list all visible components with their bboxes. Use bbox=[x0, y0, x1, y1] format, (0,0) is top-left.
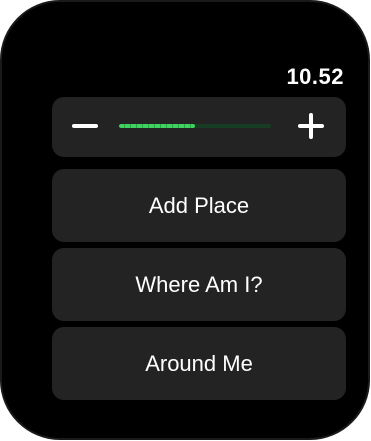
plus-icon[interactable] bbox=[298, 113, 324, 139]
minus-icon[interactable] bbox=[72, 124, 98, 128]
level-track bbox=[119, 124, 271, 128]
where-am-i-button[interactable]: Where Am I? bbox=[52, 248, 346, 321]
volume-stepper[interactable] bbox=[52, 97, 346, 157]
watch-screen: 10.52 Add Place Where Am I? Around Me bbox=[52, 52, 346, 400]
watch-case: 10.52 Add Place Where Am I? Around Me bbox=[2, 2, 368, 438]
around-me-button[interactable]: Around Me bbox=[52, 327, 346, 400]
level-fill bbox=[119, 124, 195, 128]
add-place-button[interactable]: Add Place bbox=[52, 169, 346, 242]
clock-time: 10.52 bbox=[286, 64, 344, 89]
